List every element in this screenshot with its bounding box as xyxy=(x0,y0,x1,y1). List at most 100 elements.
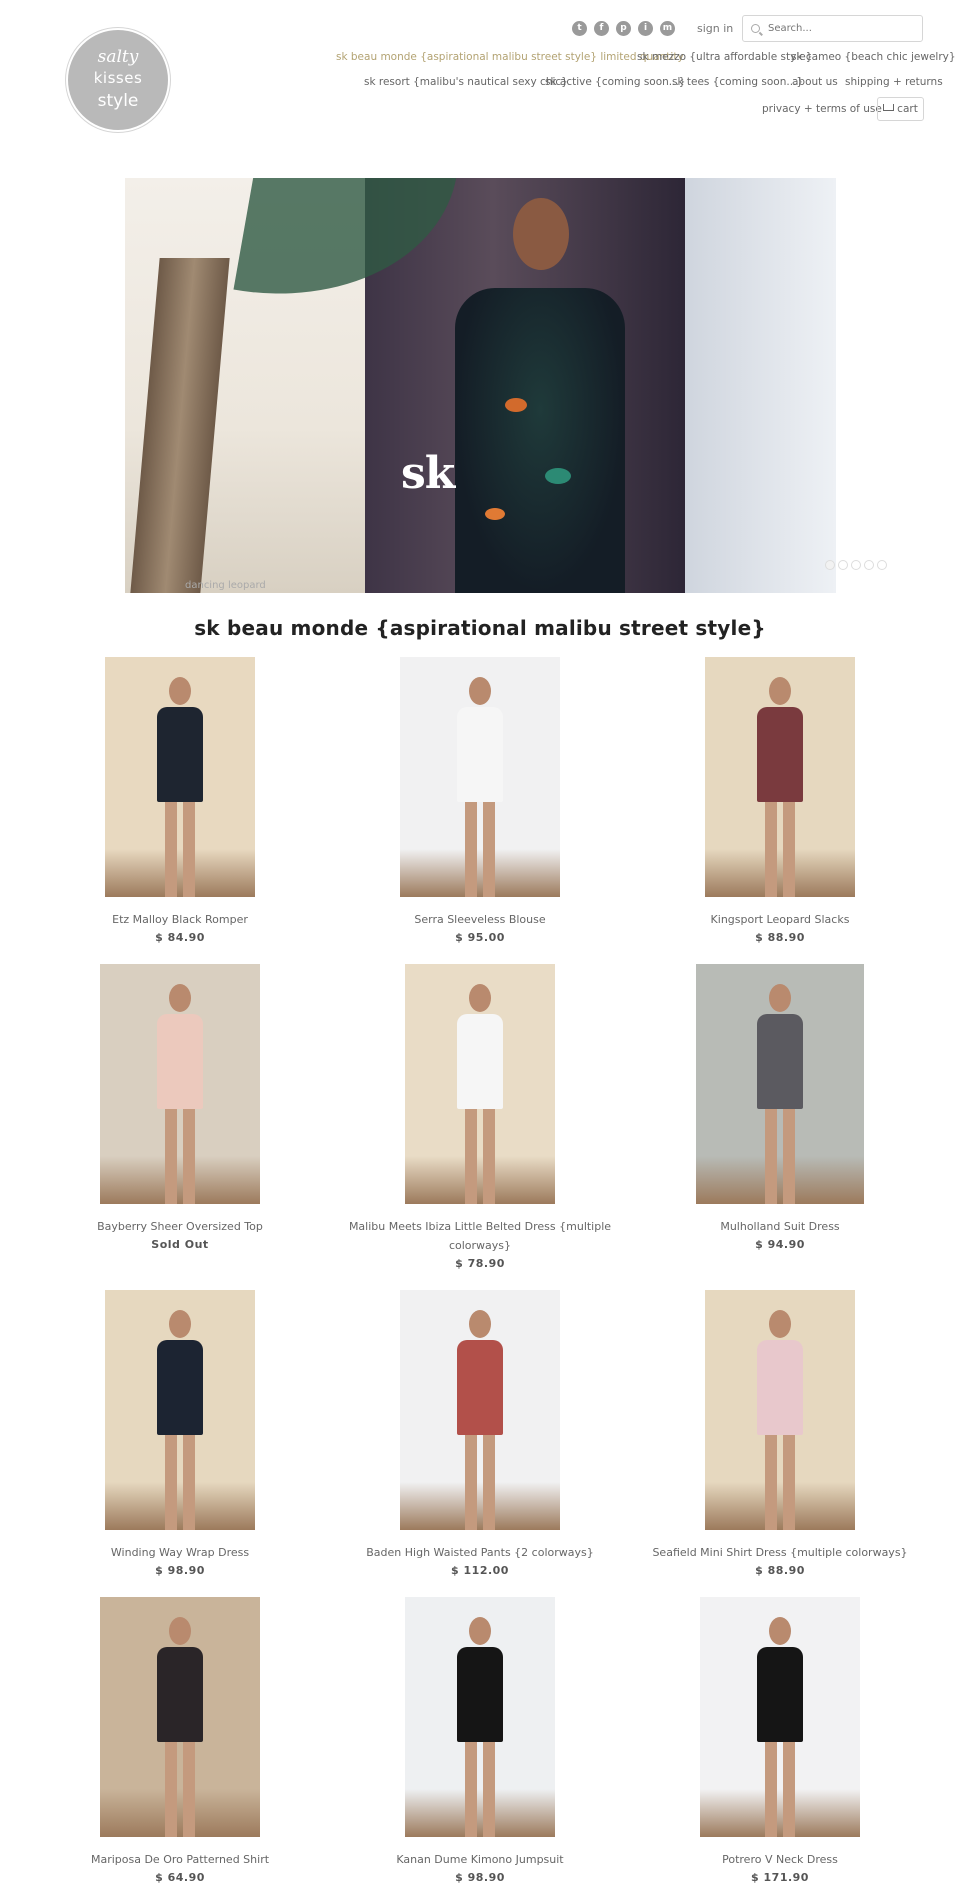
product-image[interactable] xyxy=(105,657,255,897)
nav-sk-cameo[interactable]: sk cameo {beach chic jewelry} xyxy=(791,50,956,64)
collection-title: sk beau monde {aspirational malibu stree… xyxy=(194,616,766,640)
slide-dot[interactable] xyxy=(851,560,861,570)
nav-sk-mezzo[interactable]: sk mezzo {ultra affordable style} xyxy=(637,50,812,64)
product-image[interactable] xyxy=(705,1290,855,1530)
product-card[interactable]: Kingsport Leopard Slacks $ 88.90 xyxy=(630,657,930,947)
slide-dot[interactable] xyxy=(877,560,887,570)
product-name[interactable]: Winding Way Wrap Dress xyxy=(30,1543,330,1562)
product-price: $ 95.00 xyxy=(455,931,505,944)
product-model xyxy=(457,677,503,897)
hero-slideshow[interactable]: sk dancing leopard xyxy=(125,178,836,593)
product-price: $ 64.90 xyxy=(155,1871,205,1884)
product-image[interactable] xyxy=(405,964,555,1204)
product-model xyxy=(757,677,803,897)
product-card[interactable]: Kanan Dume Kimono Jumpsuit $ 98.90 xyxy=(330,1597,630,1887)
product-price: $ 94.90 xyxy=(755,1238,805,1251)
logo-line-3: style xyxy=(97,91,139,111)
sold-out-label: Sold Out xyxy=(151,1238,209,1251)
product-name[interactable]: Malibu Meets Ibiza Little Belted Dress {… xyxy=(330,1217,630,1255)
slide-print-detail xyxy=(505,398,527,412)
product-card[interactable]: Malibu Meets Ibiza Little Belted Dress {… xyxy=(330,964,630,1273)
search-icon xyxy=(751,24,760,33)
cart-icon xyxy=(883,104,895,111)
product-name[interactable]: Kingsport Leopard Slacks xyxy=(630,910,930,929)
product-name[interactable]: Mariposa De Oro Patterned Shirt xyxy=(30,1850,330,1869)
product-model xyxy=(757,1310,803,1530)
search-input[interactable] xyxy=(766,22,906,35)
nav-sk-beau-monde[interactable]: sk beau monde {aspirational malibu stree… xyxy=(336,50,684,64)
product-name[interactable]: Kanan Dume Kimono Jumpsuit xyxy=(330,1850,630,1869)
nav-sk-resort[interactable]: sk resort {malibu's nautical sexy chic} xyxy=(364,75,568,89)
product-name[interactable]: Bayberry Sheer Oversized Top xyxy=(30,1217,330,1236)
product-card[interactable]: Baden High Waisted Pants {2 colorways} $ … xyxy=(330,1290,630,1580)
logo-line-2: kisses xyxy=(93,69,143,87)
product-model xyxy=(157,1617,203,1837)
nav-sk-tees[interactable]: sk tees {coming soon...} xyxy=(672,75,803,89)
product-name[interactable]: Serra Sleeveless Blouse xyxy=(330,910,630,929)
product-card[interactable]: Seafield Mini Shirt Dress {multiple colo… xyxy=(630,1290,930,1580)
nav-about-us[interactable]: about us xyxy=(792,75,838,89)
product-name[interactable]: Mulholland Suit Dress xyxy=(630,1217,930,1236)
nav-privacy-terms[interactable]: privacy + terms of use xyxy=(762,102,882,116)
slide-dot[interactable] xyxy=(838,560,848,570)
slide-wall xyxy=(685,178,836,593)
twitter-icon[interactable]: t xyxy=(572,21,587,36)
product-name[interactable]: Etz Malloy Black Romper xyxy=(30,910,330,929)
product-card[interactable]: Bayberry Sheer Oversized Top Sold Out xyxy=(30,964,330,1254)
product-model xyxy=(757,984,803,1204)
nav-shipping-returns[interactable]: shipping + returns xyxy=(845,75,943,89)
search-box[interactable] xyxy=(742,15,923,42)
product-model xyxy=(757,1617,803,1837)
product-card[interactable]: Mariposa De Oro Patterned Shirt $ 64.90 xyxy=(30,1597,330,1887)
product-model xyxy=(457,984,503,1204)
product-name[interactable]: Potrero V Neck Dress xyxy=(630,1850,930,1869)
social-links: t f p i m xyxy=(572,21,675,36)
pinterest-icon[interactable]: p xyxy=(616,21,631,36)
product-card[interactable]: Serra Sleeveless Blouse $ 95.00 xyxy=(330,657,630,947)
product-price: $ 88.90 xyxy=(755,1564,805,1577)
product-card[interactable]: Winding Way Wrap Dress $ 98.90 xyxy=(30,1290,330,1580)
slide-model-head xyxy=(513,198,569,270)
product-price: $ 78.90 xyxy=(455,1257,505,1270)
sign-in-link[interactable]: sign in xyxy=(697,21,733,36)
slide-dot[interactable] xyxy=(864,560,874,570)
product-card[interactable]: Mulholland Suit Dress $ 94.90 xyxy=(630,964,930,1254)
slide-print-detail xyxy=(485,508,505,520)
slide-print-detail xyxy=(545,468,571,484)
facebook-icon[interactable]: f xyxy=(594,21,609,36)
product-image[interactable] xyxy=(705,657,855,897)
slide-dot[interactable] xyxy=(825,560,835,570)
product-image[interactable] xyxy=(105,1290,255,1530)
product-card[interactable]: Potrero V Neck Dress $ 171.90 xyxy=(630,1597,930,1887)
product-price: $ 98.90 xyxy=(455,1871,505,1884)
product-name[interactable]: Seafield Mini Shirt Dress {multiple colo… xyxy=(630,1543,930,1562)
product-price: $ 171.90 xyxy=(751,1871,809,1884)
product-price: $ 84.90 xyxy=(155,931,205,944)
cart-button[interactable]: cart xyxy=(877,97,924,121)
cart-label: cart xyxy=(897,103,918,115)
nav-sk-active[interactable]: sk active {coming soon...} xyxy=(545,75,686,89)
instagram-icon[interactable]: i xyxy=(638,21,653,36)
product-price: $ 112.00 xyxy=(451,1564,509,1577)
product-card[interactable]: Etz Malloy Black Romper $ 84.90 xyxy=(30,657,330,947)
slideshow-pager xyxy=(825,560,887,570)
product-image[interactable] xyxy=(696,964,864,1204)
product-image[interactable] xyxy=(400,657,560,897)
product-image[interactable] xyxy=(400,1290,560,1530)
product-image[interactable] xyxy=(100,1597,260,1837)
logo-line-1: salty xyxy=(97,47,139,67)
slide-caption: dancing leopard xyxy=(185,580,266,591)
product-model xyxy=(157,677,203,897)
product-image[interactable] xyxy=(405,1597,555,1837)
product-image[interactable] xyxy=(700,1597,860,1837)
product-model xyxy=(157,984,203,1204)
product-name[interactable]: Baden High Waisted Pants {2 colorways} xyxy=(330,1543,630,1562)
mail-icon[interactable]: m xyxy=(660,21,675,36)
logo[interactable]: salty kisses style xyxy=(66,28,170,132)
product-model xyxy=(157,1310,203,1530)
product-price: $ 98.90 xyxy=(155,1564,205,1577)
product-model xyxy=(457,1310,503,1530)
product-price: $ 88.90 xyxy=(755,931,805,944)
slide-model xyxy=(455,288,625,593)
product-image[interactable] xyxy=(100,964,260,1204)
